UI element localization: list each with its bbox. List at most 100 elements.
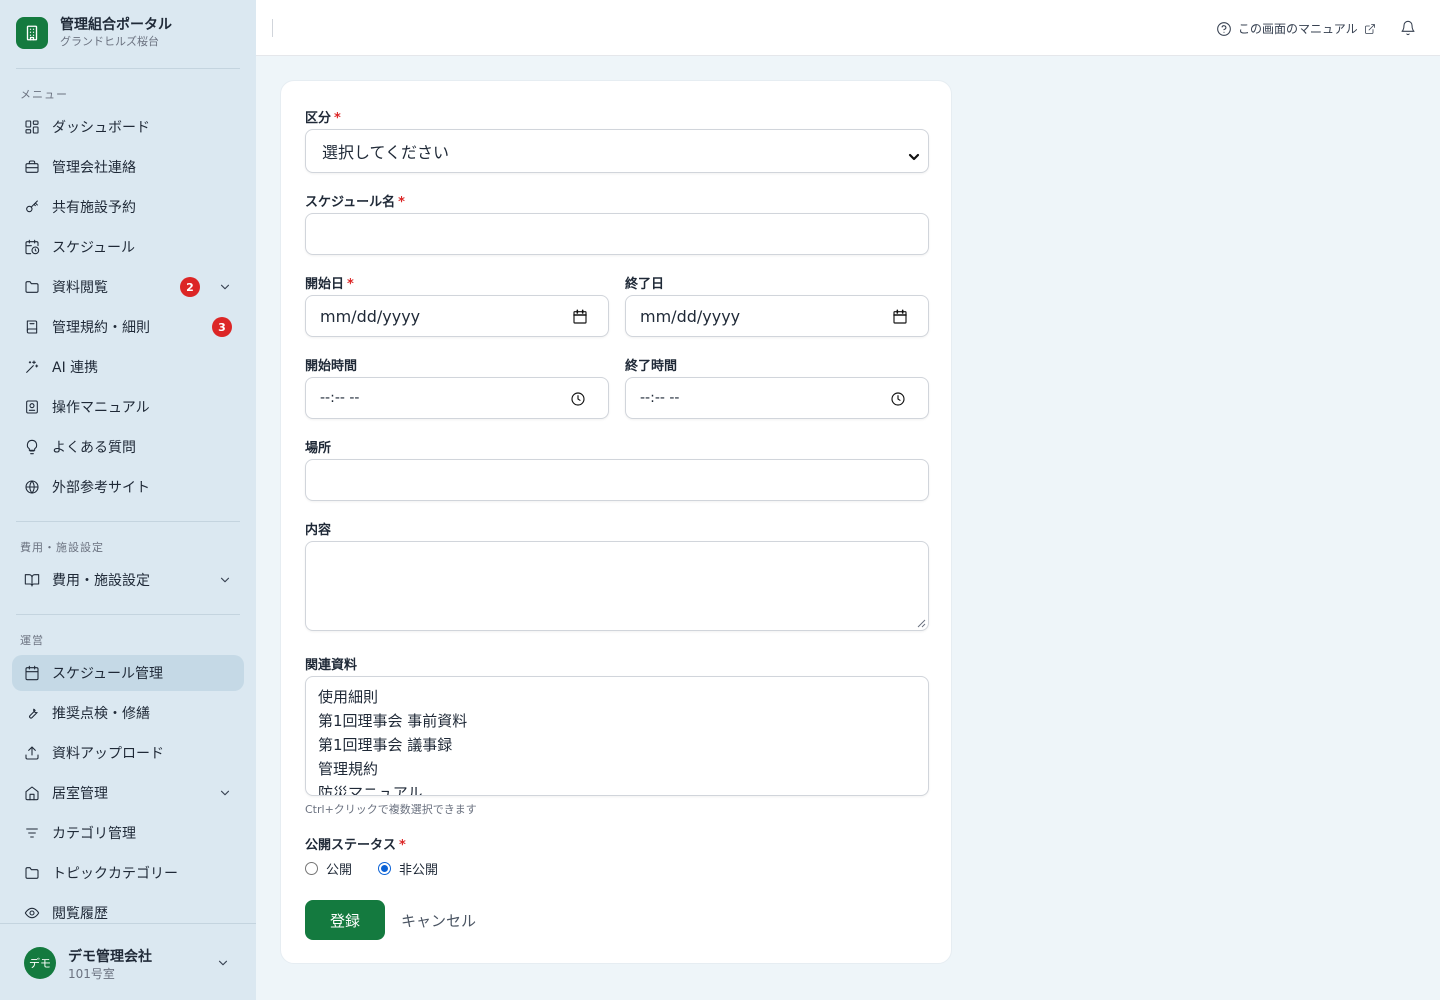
start-time-input[interactable]: --:-- -- xyxy=(305,377,609,419)
divider xyxy=(16,614,240,615)
sidebar-item-bylaws[interactable]: 管理規約・細則 3 xyxy=(12,309,244,345)
radio-button[interactable] xyxy=(378,862,391,875)
list-item[interactable]: 使用細則 xyxy=(318,685,916,709)
status-label: 公開ステータス * xyxy=(305,838,406,853)
section-label-fees: 費用・施設設定 xyxy=(20,541,104,554)
start-time-placeholder: --:-- -- xyxy=(320,390,360,406)
schedule-name-label: スケジュール名 * xyxy=(305,195,405,210)
end-time-label: 終了時間 xyxy=(625,359,678,374)
sidebar-item-documents[interactable]: 資料閲覧 2 xyxy=(12,269,244,305)
calendar-icon[interactable] xyxy=(572,309,588,325)
category-select[interactable]: 選択してください xyxy=(305,129,929,173)
section-label-ops: 運営 xyxy=(20,634,44,647)
sidebar: 管理組合ポータル グランドヒルズ桜台 メニュー ダッシュボード 管理会社連絡 共… xyxy=(0,0,256,1000)
place-input[interactable] xyxy=(305,459,929,501)
sidebar-item-schedule-management[interactable]: スケジュール管理 xyxy=(12,655,244,691)
chevron-down-icon[interactable] xyxy=(218,280,232,294)
sidebar-item-fees-facility[interactable]: 費用・施設設定 xyxy=(12,562,244,598)
sidebar-item-topic-categories[interactable]: トピックカテゴリー xyxy=(12,855,244,891)
help-circle-icon xyxy=(1216,21,1232,37)
bell-icon[interactable] xyxy=(1400,20,1416,36)
folder-icon xyxy=(24,865,40,881)
category-label: 区分 * xyxy=(305,111,341,126)
list-item[interactable]: 管理規約 xyxy=(318,757,916,781)
upload-icon xyxy=(24,745,40,761)
sidebar-item-label: 閲覧履歴 xyxy=(52,906,108,922)
calendar-icon xyxy=(24,665,40,681)
cancel-button[interactable]: キャンセル xyxy=(401,910,476,931)
globe-icon xyxy=(24,479,40,495)
end-time-input[interactable]: --:-- -- xyxy=(625,377,929,419)
dashboard-icon xyxy=(24,119,40,135)
sidebar-item-upload[interactable]: 資料アップロード xyxy=(12,735,244,771)
start-date-input[interactable]: mm/dd/yyyy xyxy=(305,295,609,337)
filter-icon xyxy=(24,825,40,841)
eye-icon xyxy=(24,905,40,921)
radio-button[interactable] xyxy=(305,862,318,875)
start-date-placeholder: mm/dd/yyyy xyxy=(320,306,421,326)
sidebar-item-external-sites[interactable]: 外部参考サイト xyxy=(12,469,244,505)
sidebar-item-label: 費用・施設設定 xyxy=(52,573,150,589)
book-icon xyxy=(24,319,40,335)
count-badge: 2 xyxy=(180,277,200,297)
sidebar-item-management-contact[interactable]: 管理会社連絡 xyxy=(12,149,244,185)
chevron-down-icon[interactable] xyxy=(216,955,230,969)
list-item[interactable]: 第1回理事会 議事録 xyxy=(318,733,916,757)
calendar-clock-icon xyxy=(24,239,40,255)
start-time-label: 開始時間 xyxy=(305,359,358,374)
folder-icon xyxy=(24,279,40,295)
radio-label: 公開 xyxy=(326,863,353,878)
sidebar-item-label: 操作マニュアル xyxy=(52,400,150,416)
brand[interactable]: 管理組合ポータル グランドヒルズ桜台 xyxy=(16,16,172,50)
clock-icon[interactable] xyxy=(890,391,906,407)
list-item[interactable]: 防災マニュアル xyxy=(318,781,916,795)
key-icon xyxy=(24,199,40,215)
sidebar-item-dashboard[interactable]: ダッシュボード xyxy=(12,109,244,145)
sidebar-item-rooms[interactable]: 居室管理 xyxy=(12,775,244,811)
sidebar-item-label: 推奨点検・修繕 xyxy=(52,706,150,722)
top-bar: この画面のマニュアル xyxy=(256,0,1440,56)
related-docs-listbox[interactable]: 使用細則 第1回理事会 事前資料 第1回理事会 議事録 管理規約 防災マニュアル xyxy=(305,676,929,796)
calendar-icon[interactable] xyxy=(892,309,908,325)
sidebar-item-ai[interactable]: AI 連携 xyxy=(12,349,244,385)
sidebar-item-faq[interactable]: よくある質問 xyxy=(12,429,244,465)
chevron-down-icon[interactable] xyxy=(218,786,232,800)
chevron-down-icon[interactable] xyxy=(218,573,232,587)
building-icon xyxy=(16,17,48,49)
screen-manual-link[interactable]: この画面のマニュアル xyxy=(1216,20,1376,37)
sidebar-item-label: 外部参考サイト xyxy=(52,480,150,496)
sidebar-item-label: よくある質問 xyxy=(52,440,136,456)
status-public-radio[interactable]: 公開 xyxy=(305,859,352,878)
status-private-radio[interactable]: 非公開 xyxy=(378,859,438,878)
sidebar-item-categories[interactable]: カテゴリ管理 xyxy=(12,815,244,851)
content-label: 内容 xyxy=(305,523,332,538)
user-menu[interactable]: デモ デモ管理会社 101号室 xyxy=(0,923,256,1000)
brand-title: 管理組合ポータル xyxy=(60,17,172,33)
sidebar-item-manual[interactable]: 操作マニュアル xyxy=(12,389,244,425)
sidebar-item-schedule[interactable]: スケジュール xyxy=(12,229,244,265)
end-time-placeholder: --:-- -- xyxy=(640,390,680,406)
submit-button[interactable]: 登録 xyxy=(305,900,385,940)
open-book-icon xyxy=(24,572,40,588)
screen-manual-label: この画面のマニュアル xyxy=(1238,22,1358,36)
sidebar-item-facility-booking[interactable]: 共有施設予約 xyxy=(12,189,244,225)
sparkle-icon xyxy=(24,359,40,375)
manual-icon xyxy=(24,399,40,415)
divider xyxy=(16,68,240,69)
related-docs-label: 関連資料 xyxy=(305,658,358,673)
end-date-input[interactable]: mm/dd/yyyy xyxy=(625,295,929,337)
resize-grip-icon[interactable] xyxy=(917,619,926,628)
sidebar-item-inspection-repair[interactable]: 推奨点検・修繕 xyxy=(12,695,244,731)
sidebar-item-label: カテゴリ管理 xyxy=(52,826,136,842)
sidebar-item-label: 管理会社連絡 xyxy=(52,160,136,176)
schedule-name-input[interactable] xyxy=(305,213,929,255)
clock-icon[interactable] xyxy=(570,391,586,407)
external-link-icon xyxy=(1364,23,1376,35)
start-date-label: 開始日 * xyxy=(305,277,354,292)
count-badge: 3 xyxy=(212,317,232,337)
list-item[interactable]: 第1回理事会 事前資料 xyxy=(318,709,916,733)
category-select-value: 選択してください xyxy=(322,143,450,162)
place-label: 場所 xyxy=(305,441,332,456)
sidebar-item-label: 共有施設予約 xyxy=(52,200,136,216)
content-textarea[interactable] xyxy=(305,541,929,631)
